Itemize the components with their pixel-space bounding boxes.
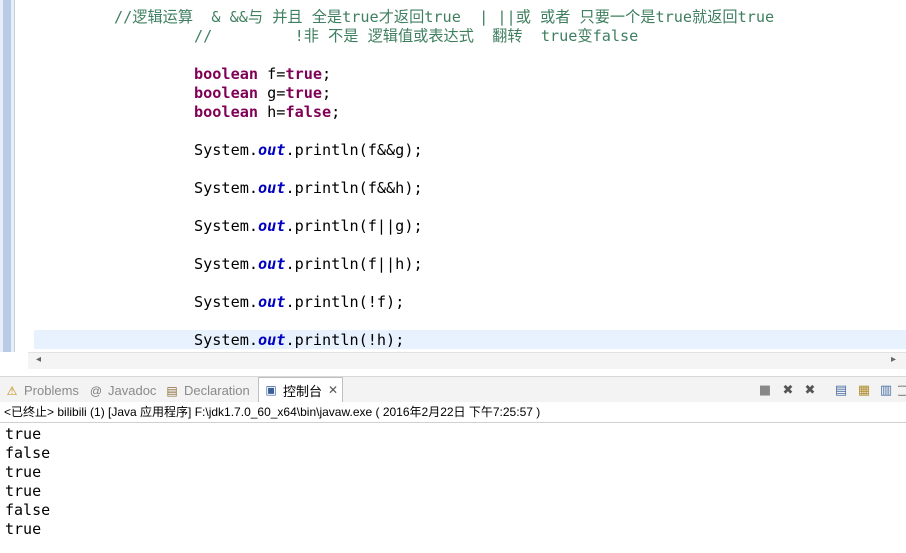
panel-separator [0,369,906,376]
keyword: false [285,103,332,121]
tab-console[interactable]: ▣ 控制台 ✕ [258,377,344,402]
code-text: h= [258,103,286,121]
code-text: System. [194,217,259,235]
keyword: true [285,84,323,102]
console-line: true [5,425,42,443]
tab-label: Javadoc [108,383,157,398]
keyword: boolean [194,103,259,121]
tab-label: Declaration [184,383,250,398]
code-line-decl-h: boolean h=false; [194,103,340,121]
code-line-println-4: System.out.println(f||h); [194,255,423,273]
code-line-println-2: System.out.println(f&&h); [194,179,423,197]
field-out: out [258,141,286,159]
code-text: .println( [285,293,368,311]
code-line-println-6: System.out.println(!h); [194,331,404,349]
code-line-println-3: System.out.println(f||g); [194,217,423,235]
code-text: ); [386,331,405,349]
current-line-highlight [34,330,906,349]
tab-declaration[interactable]: ▤ Declaration [164,381,250,400]
problems-icon: ⚠ [6,383,18,398]
scroll-lock-icon[interactable]: ▤ [832,381,850,399]
code-arg: f&&g [367,141,405,159]
code-line-println-1: System.out.println(f&&g); [194,141,423,159]
code-line-println-5: System.out.println(!f); [194,293,404,311]
code-text: ; [322,84,332,102]
code-text: ); [404,141,423,159]
open-console-icon[interactable]: ▢ [898,381,906,399]
code-text: f= [258,65,286,83]
code-comment-line-1: //逻辑运算 & &&与 并且 全是true才返回true | ||或 或者 只… [114,8,775,26]
code-text: ); [404,179,423,197]
declaration-icon: ▤ [166,383,178,398]
code-arg: f||g [367,217,405,235]
javadoc-icon: @ [89,383,103,398]
scroll-right-icon[interactable]: ▸ [891,354,896,365]
console-status-line: <已终止> bilibili (1) [Java 应用程序] F:\jdk1.7… [0,402,906,423]
console-line: true [5,520,42,538]
code-text: System. [194,141,259,159]
keyword: boolean [194,84,259,102]
code-text: ); [386,293,405,311]
code-text: .println( [285,179,368,197]
code-text: .println( [285,217,368,235]
console-icon: ▣ [265,383,277,397]
close-icon[interactable]: ✕ [328,383,338,397]
code-line-decl-g: boolean g=true; [194,84,331,102]
code-text: ; [322,65,332,83]
tab-problems[interactable]: ⚠ Problems [4,381,79,400]
code-text: .println( [285,331,368,349]
code-text: System. [194,331,259,349]
console-line: true [5,482,42,500]
keyword: boolean [194,65,259,83]
code-text: ); [404,217,423,235]
code-text: System. [194,293,259,311]
code-text: ); [404,255,423,273]
console-line: true [5,463,42,481]
field-out: out [258,331,286,349]
tab-javadoc[interactable]: @ Javadoc [88,381,157,400]
ruler-stripe [3,0,11,352]
code-arg: !f [367,293,387,311]
code-text: .println( [285,255,368,273]
pin-console-icon[interactable]: ▦ [855,381,873,399]
field-out: out [258,255,286,273]
keyword: true [285,65,323,83]
code-arg: f&&h [367,179,405,197]
code-text: .println( [285,141,368,159]
console-line: false [5,444,51,462]
code-text: System. [194,255,259,273]
code-arg: !h [367,331,387,349]
display-console-icon[interactable]: ▥ [877,381,895,399]
console-output[interactable]: true false true true false true [0,423,906,553]
tab-label: Problems [24,383,79,398]
field-out: out [258,217,286,235]
field-out: out [258,293,286,311]
console-line: false [5,501,51,519]
code-comment-line-2: // !非 不是 逻辑值或表达式 翻转 true变false [194,27,639,45]
code-text: g= [258,84,286,102]
horizontal-scrollbar[interactable]: ◂ ▸ [28,352,906,369]
terminate-icon[interactable]: ■ [756,381,774,399]
field-out: out [258,179,286,197]
editor-ruler [0,0,15,352]
code-editor[interactable]: //逻辑运算 & &&与 并且 全是true才返回true | ||或 或者 只… [0,0,906,352]
remove-launch-icon[interactable]: ✖ [779,381,797,399]
tab-label: 控制台 [283,383,323,399]
code-text: System. [194,179,259,197]
bottom-panel-tabbar: ⚠ Problems @ Javadoc ▤ Declaration ▣ 控制台… [0,376,906,403]
remove-all-launches-icon[interactable]: ✖ [801,381,819,399]
code-arg: f||h [367,255,405,273]
code-text: ; [331,103,341,121]
code-line-decl-f: boolean f=true; [194,65,331,83]
scroll-left-icon[interactable]: ◂ [36,354,41,365]
